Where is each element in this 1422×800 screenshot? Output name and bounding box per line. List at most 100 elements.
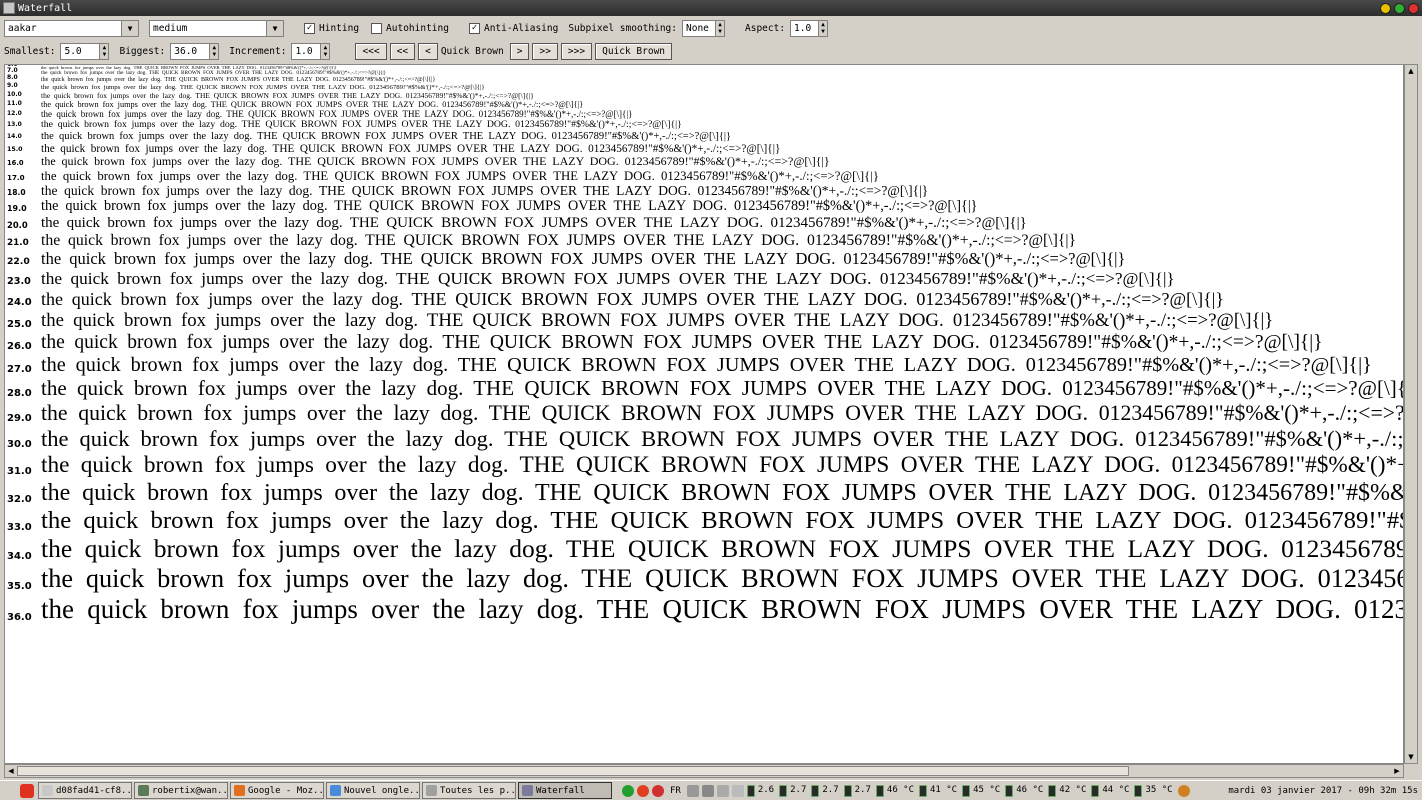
size-label: 25.0 xyxy=(7,319,32,330)
monitor-gauge-icon[interactable] xyxy=(962,784,971,797)
monitor-reading: 41 °C xyxy=(930,784,958,795)
aspect-value[interactable]: 1.0 xyxy=(791,21,818,36)
size-label: 7.0 xyxy=(7,67,18,74)
search-icon[interactable] xyxy=(1177,784,1190,797)
size-label: 32.0 xyxy=(7,494,32,505)
app-icon xyxy=(138,785,149,796)
waterfall-line: 20.0 the quick brown fox jumps over the l… xyxy=(5,215,1403,232)
taskbar-task[interactable]: robertix@wan... xyxy=(134,782,228,799)
chrome-icon[interactable] xyxy=(637,784,649,797)
aspect-spinner[interactable]: 1.0 ▲ ▼ xyxy=(790,19,829,37)
taskbar-task[interactable]: Waterfall xyxy=(518,782,612,799)
start-menu-icon[interactable] xyxy=(20,783,34,798)
task-label: robertix@wan... xyxy=(152,785,228,796)
hinting-checkbox[interactable]: ✓ Hinting xyxy=(304,22,360,34)
spinner-arrows-icon[interactable]: ▲ ▼ xyxy=(99,43,109,59)
volume-icon[interactable] xyxy=(686,784,699,797)
taskbar-task[interactable]: d08fad41-cf8... xyxy=(38,782,132,799)
sample-text-button[interactable]: Quick Brown xyxy=(595,42,673,60)
subpixel-select[interactable]: None ▲ ▼ xyxy=(682,19,725,37)
app-icon[interactable] xyxy=(3,2,15,14)
waterfall-canvas[interactable]: 6.0 the quick brown fox jumps over the la… xyxy=(4,64,1404,764)
nav-next-fast-button[interactable]: >> xyxy=(532,42,558,60)
autohinting-checkbox[interactable]: Autohinting xyxy=(371,22,449,34)
nav-next-button[interactable]: > xyxy=(509,42,530,60)
vertical-scrollbar[interactable]: ▲ ▼ xyxy=(1404,64,1418,764)
spinner-arrows-icon[interactable]: ▲ ▼ xyxy=(209,43,219,59)
biggest-label: Biggest: xyxy=(119,45,166,57)
sample-line: the quick brown fox jumps over the lazy … xyxy=(41,154,830,168)
monitor-gauge-icon[interactable] xyxy=(779,784,788,797)
network-icon[interactable] xyxy=(622,784,634,797)
checkbox-empty-icon[interactable] xyxy=(371,22,383,34)
increment-spinner[interactable]: 1.0 ▲ ▼ xyxy=(291,42,331,60)
waterfall-line: 21.0 the quick brown fox jumps over the l… xyxy=(5,232,1403,250)
sample-text-label: Quick Brown xyxy=(440,45,504,57)
clock-alarm-icon[interactable] xyxy=(652,784,664,797)
font-family-combo[interactable]: aakar ▼ xyxy=(4,19,139,37)
check-icon[interactable]: ✓ xyxy=(304,22,315,34)
tool-icon[interactable] xyxy=(701,784,714,797)
nav-prev-fast-button[interactable]: << xyxy=(389,42,416,60)
display-icon[interactable] xyxy=(731,784,744,797)
font-style-combo[interactable]: medium ▼ xyxy=(149,19,284,37)
monitor-gauge-icon[interactable] xyxy=(1005,784,1014,797)
size-label: 24.0 xyxy=(7,297,32,308)
chevron-down-icon[interactable]: ▼ xyxy=(121,20,138,36)
toolbar-row-2: Smallest: 5.0 ▲ ▼ Biggest: 36.0 ▲ ▼ Increm… xyxy=(0,40,1422,62)
spinner-arrows-icon[interactable]: ▲ ▼ xyxy=(320,43,330,59)
nav-first-button[interactable]: <<< xyxy=(355,42,387,60)
autohinting-label: Autohinting xyxy=(386,22,449,34)
waterfall-line: 19.0 the quick brown fox jumps over the l… xyxy=(5,198,1403,215)
spinner-arrows-icon[interactable]: ▲ ▼ xyxy=(715,20,724,36)
scrollbar-thumb[interactable] xyxy=(17,766,1129,776)
monitor-gauge-icon[interactable] xyxy=(919,784,927,797)
size-label: 35.0 xyxy=(7,581,32,592)
size-label: 14.0 xyxy=(7,133,22,140)
task-label: d08fad41-cf8... xyxy=(56,785,132,796)
taskbar-task[interactable]: Nouvel ongle... xyxy=(326,782,420,799)
smallest-spinner[interactable]: 5.0 ▲ ▼ xyxy=(60,42,110,60)
printer-icon[interactable] xyxy=(716,784,729,797)
system-tray: FR 2.6 2.7 2.7 2.7 46 °C 41 °C 45 °C 46 °C 42 °C… xyxy=(622,784,1190,797)
biggest-spinner[interactable]: 36.0 ▲ ▼ xyxy=(170,42,220,60)
keyboard-layout[interactable]: FR xyxy=(670,786,681,796)
scroll-right-icon[interactable]: ▶ xyxy=(1391,765,1403,777)
minimize-button[interactable] xyxy=(1380,2,1391,14)
spinner-arrows-icon[interactable]: ▲ ▼ xyxy=(818,20,828,36)
sample-line: the quick brown fox jumps over the lazy … xyxy=(41,232,1077,249)
waterfall-line: 36.0 the quick brown fox jumps over the l… xyxy=(5,594,1403,625)
size-label: 8.0 xyxy=(7,74,18,81)
sample-line: the quick brown fox jumps over the lazy … xyxy=(41,183,929,198)
close-button[interactable] xyxy=(1408,2,1419,14)
hinting-label: Hinting xyxy=(319,22,360,34)
scroll-up-icon[interactable]: ▲ xyxy=(1405,65,1417,77)
monitor-gauge-icon[interactable] xyxy=(1048,784,1057,797)
smallest-value[interactable]: 5.0 xyxy=(61,44,99,59)
monitor-reading: 2.7 xyxy=(854,784,871,795)
window-controls xyxy=(1380,2,1422,14)
waterfall-line: 30.0 the quick brown fox jumps over the l… xyxy=(5,426,1403,452)
monitor-gauge-icon[interactable] xyxy=(875,784,884,797)
increment-value[interactable]: 1.0 xyxy=(292,44,320,59)
nav-last-button[interactable]: >>> xyxy=(560,42,593,60)
nav-prev-button[interactable]: < xyxy=(418,42,438,60)
waterfall-line: 33.0 the quick brown fox jumps over the l… xyxy=(5,507,1403,535)
scroll-down-icon[interactable]: ▼ xyxy=(1405,751,1417,763)
waterfall-line: 31.0 the quick brown fox jumps over the l… xyxy=(5,452,1403,479)
biggest-value[interactable]: 36.0 xyxy=(171,44,209,59)
monitor-gauge-icon[interactable] xyxy=(746,784,755,797)
antialias-checkbox[interactable]: ✓ Anti-Aliasing xyxy=(468,22,558,34)
scroll-left-icon[interactable]: ◀ xyxy=(5,765,17,777)
horizontal-scrollbar[interactable]: ◀ ▶ xyxy=(4,764,1404,778)
taskbar-task[interactable]: Toutes les p... xyxy=(422,782,516,799)
chevron-down-icon[interactable]: ▼ xyxy=(266,20,283,36)
monitor-gauge-icon[interactable] xyxy=(1091,784,1100,797)
taskbar-task[interactable]: Google - Moz... xyxy=(230,782,324,799)
monitor-gauge-icon[interactable] xyxy=(811,784,820,797)
monitor-gauge-icon[interactable] xyxy=(1134,784,1143,797)
check-icon[interactable]: ✓ xyxy=(468,22,480,34)
maximize-button[interactable] xyxy=(1394,2,1405,14)
monitor-reading: 2.6 xyxy=(757,784,775,795)
monitor-gauge-icon[interactable] xyxy=(843,784,852,797)
